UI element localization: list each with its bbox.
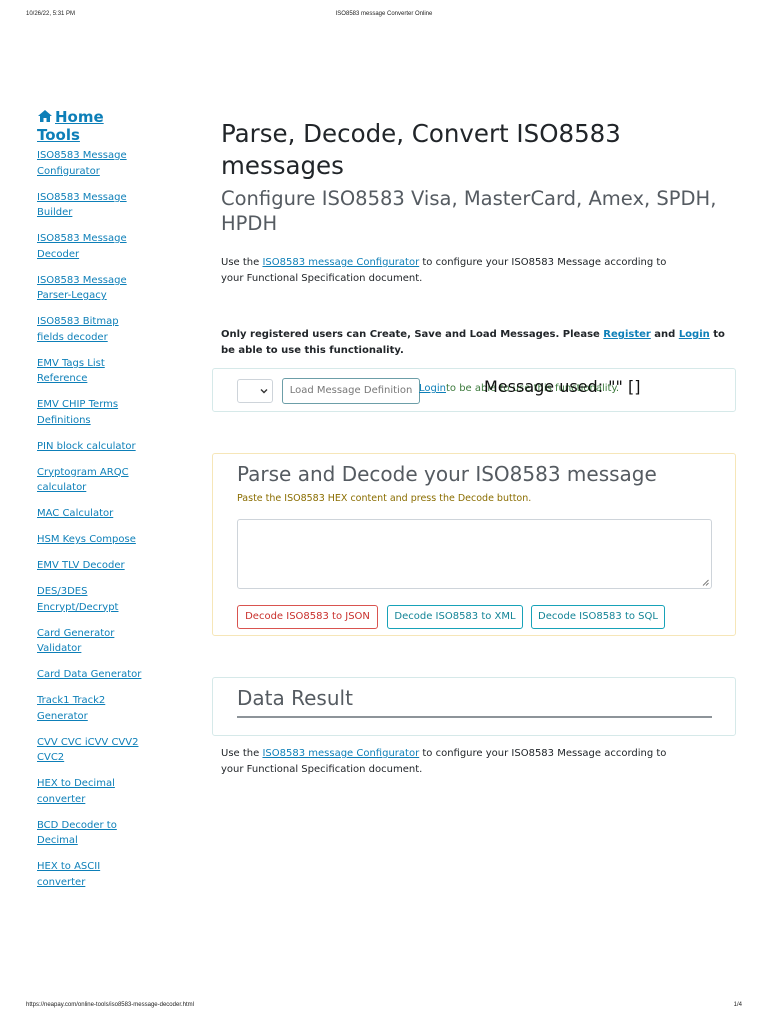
intro-paragraph: Use the ISO8583 message Configurator to …	[221, 255, 691, 286]
main-content: Parse, Decode, Convert ISO8583 messages …	[221, 118, 736, 356]
sidebar-link-track-generator[interactable]: Track1 Track2 Generator	[37, 693, 147, 724]
sidebar-link-message-decoder[interactable]: ISO8583 Message Decoder	[37, 231, 147, 262]
registered-notice: Only registered users can Create, Save a…	[221, 327, 736, 358]
sidebar-link-hsm-keys[interactable]: HSM Keys Compose	[37, 532, 147, 548]
sidebar-link-message-parser-legacy[interactable]: ISO8583 Message Parser-Legacy	[37, 273, 147, 304]
notice-prefix: Only registered users can Create, Save a…	[221, 329, 604, 340]
sidebar-link-bcd-decoder[interactable]: BCD Decoder to Decimal	[37, 818, 147, 849]
decoder-card: Parse and Decode your ISO8583 message Pa…	[212, 453, 736, 636]
sidebar-link-message-builder[interactable]: ISO8583 Message Builder	[37, 190, 147, 221]
message-loader-card: Load Message Definition Loginto be able …	[212, 368, 736, 412]
decode-sql-button[interactable]: Decode ISO8583 to SQL	[531, 605, 665, 629]
data-result-title: Data Result	[237, 686, 353, 710]
sidebar-link-card-data-generator[interactable]: Card Data Generator	[37, 667, 147, 683]
print-footer: https://neapay.com/online-tools/iso8583-…	[0, 1002, 768, 1014]
sidebar-link-pin-block[interactable]: PIN block calculator	[37, 439, 147, 455]
home-tools-link[interactable]: Home Tools	[37, 108, 147, 144]
footer-paragraph: Use the ISO8583 message Configurator to …	[221, 746, 691, 777]
home-icon	[38, 110, 52, 122]
decoder-hint: Paste the ISO8583 HEX content and press …	[237, 493, 532, 504]
sidebar-link-hex-to-ascii[interactable]: HEX to ASCII converter	[37, 859, 147, 890]
data-result-divider	[237, 716, 712, 718]
sidebar: Home Tools ISO8583 Message Configurator …	[37, 108, 147, 901]
sidebar-link-emv-tags[interactable]: EMV Tags List Reference	[37, 356, 147, 387]
sidebar-link-mac-calculator[interactable]: MAC Calculator	[37, 506, 147, 522]
resize-handle-icon[interactable]	[702, 579, 709, 586]
decode-xml-button[interactable]: Decode ISO8583 to XML	[387, 605, 523, 629]
register-link[interactable]: Register	[603, 329, 651, 340]
sidebar-link-card-generator[interactable]: Card Generator Validator	[37, 626, 147, 657]
message-used-label: Message used: "" []	[484, 377, 641, 396]
load-message-definition-button[interactable]: Load Message Definition	[282, 378, 420, 404]
loader-login-link[interactable]: Login	[419, 383, 446, 394]
sidebar-link-des-3des[interactable]: DES/3DES Encrypt/Decrypt	[37, 584, 147, 615]
print-page-number: 1/4	[733, 1002, 742, 1008]
data-result-card: Data Result	[212, 677, 736, 736]
notice-and: and	[650, 329, 679, 340]
decoder-title: Parse and Decode your ISO8583 message	[237, 462, 657, 486]
login-link[interactable]: Login	[679, 329, 710, 340]
print-title: ISO8583 message Converter Online	[335, 11, 433, 17]
print-header: 10/26/22, 5:31 PM ISO8583 message Conver…	[0, 11, 768, 23]
sidebar-link-cryptogram-arqc[interactable]: Cryptogram ARQC calculator	[37, 465, 147, 496]
sidebar-link-emv-chip-terms[interactable]: EMV CHIP Terms Definitions	[37, 397, 147, 428]
sidebar-link-message-configurator[interactable]: ISO8583 Message Configurator	[37, 148, 147, 179]
page-title: Parse, Decode, Convert ISO8583 messages	[221, 119, 621, 180]
sidebar-link-bitmap-decoder[interactable]: ISO8583 Bitmap fields decoder	[37, 314, 147, 345]
footer-configurator-link[interactable]: ISO8583 message Configurator	[262, 748, 419, 759]
message-definition-select[interactable]	[237, 379, 273, 403]
chevron-down-icon	[260, 389, 268, 394]
sidebar-link-cvv-cvc[interactable]: CVV CVC iCVV CVV2 CVC2	[37, 735, 147, 766]
sidebar-link-emv-tlv[interactable]: EMV TLV Decoder	[37, 558, 147, 574]
footer-prefix: Use the	[221, 748, 263, 759]
decode-json-button[interactable]: Decode ISO8583 to JSON	[237, 605, 378, 629]
page-subtitle: Configure ISO8583 Visa, MasterCard, Amex…	[221, 187, 717, 235]
sidebar-link-hex-to-decimal[interactable]: HEX to Decimal converter	[37, 776, 147, 807]
hex-input[interactable]	[237, 519, 712, 589]
intro-prefix: Use the	[221, 257, 263, 268]
print-url: https://neapay.com/online-tools/iso8583-…	[26, 1002, 194, 1008]
configurator-link[interactable]: ISO8583 message Configurator	[262, 257, 419, 268]
